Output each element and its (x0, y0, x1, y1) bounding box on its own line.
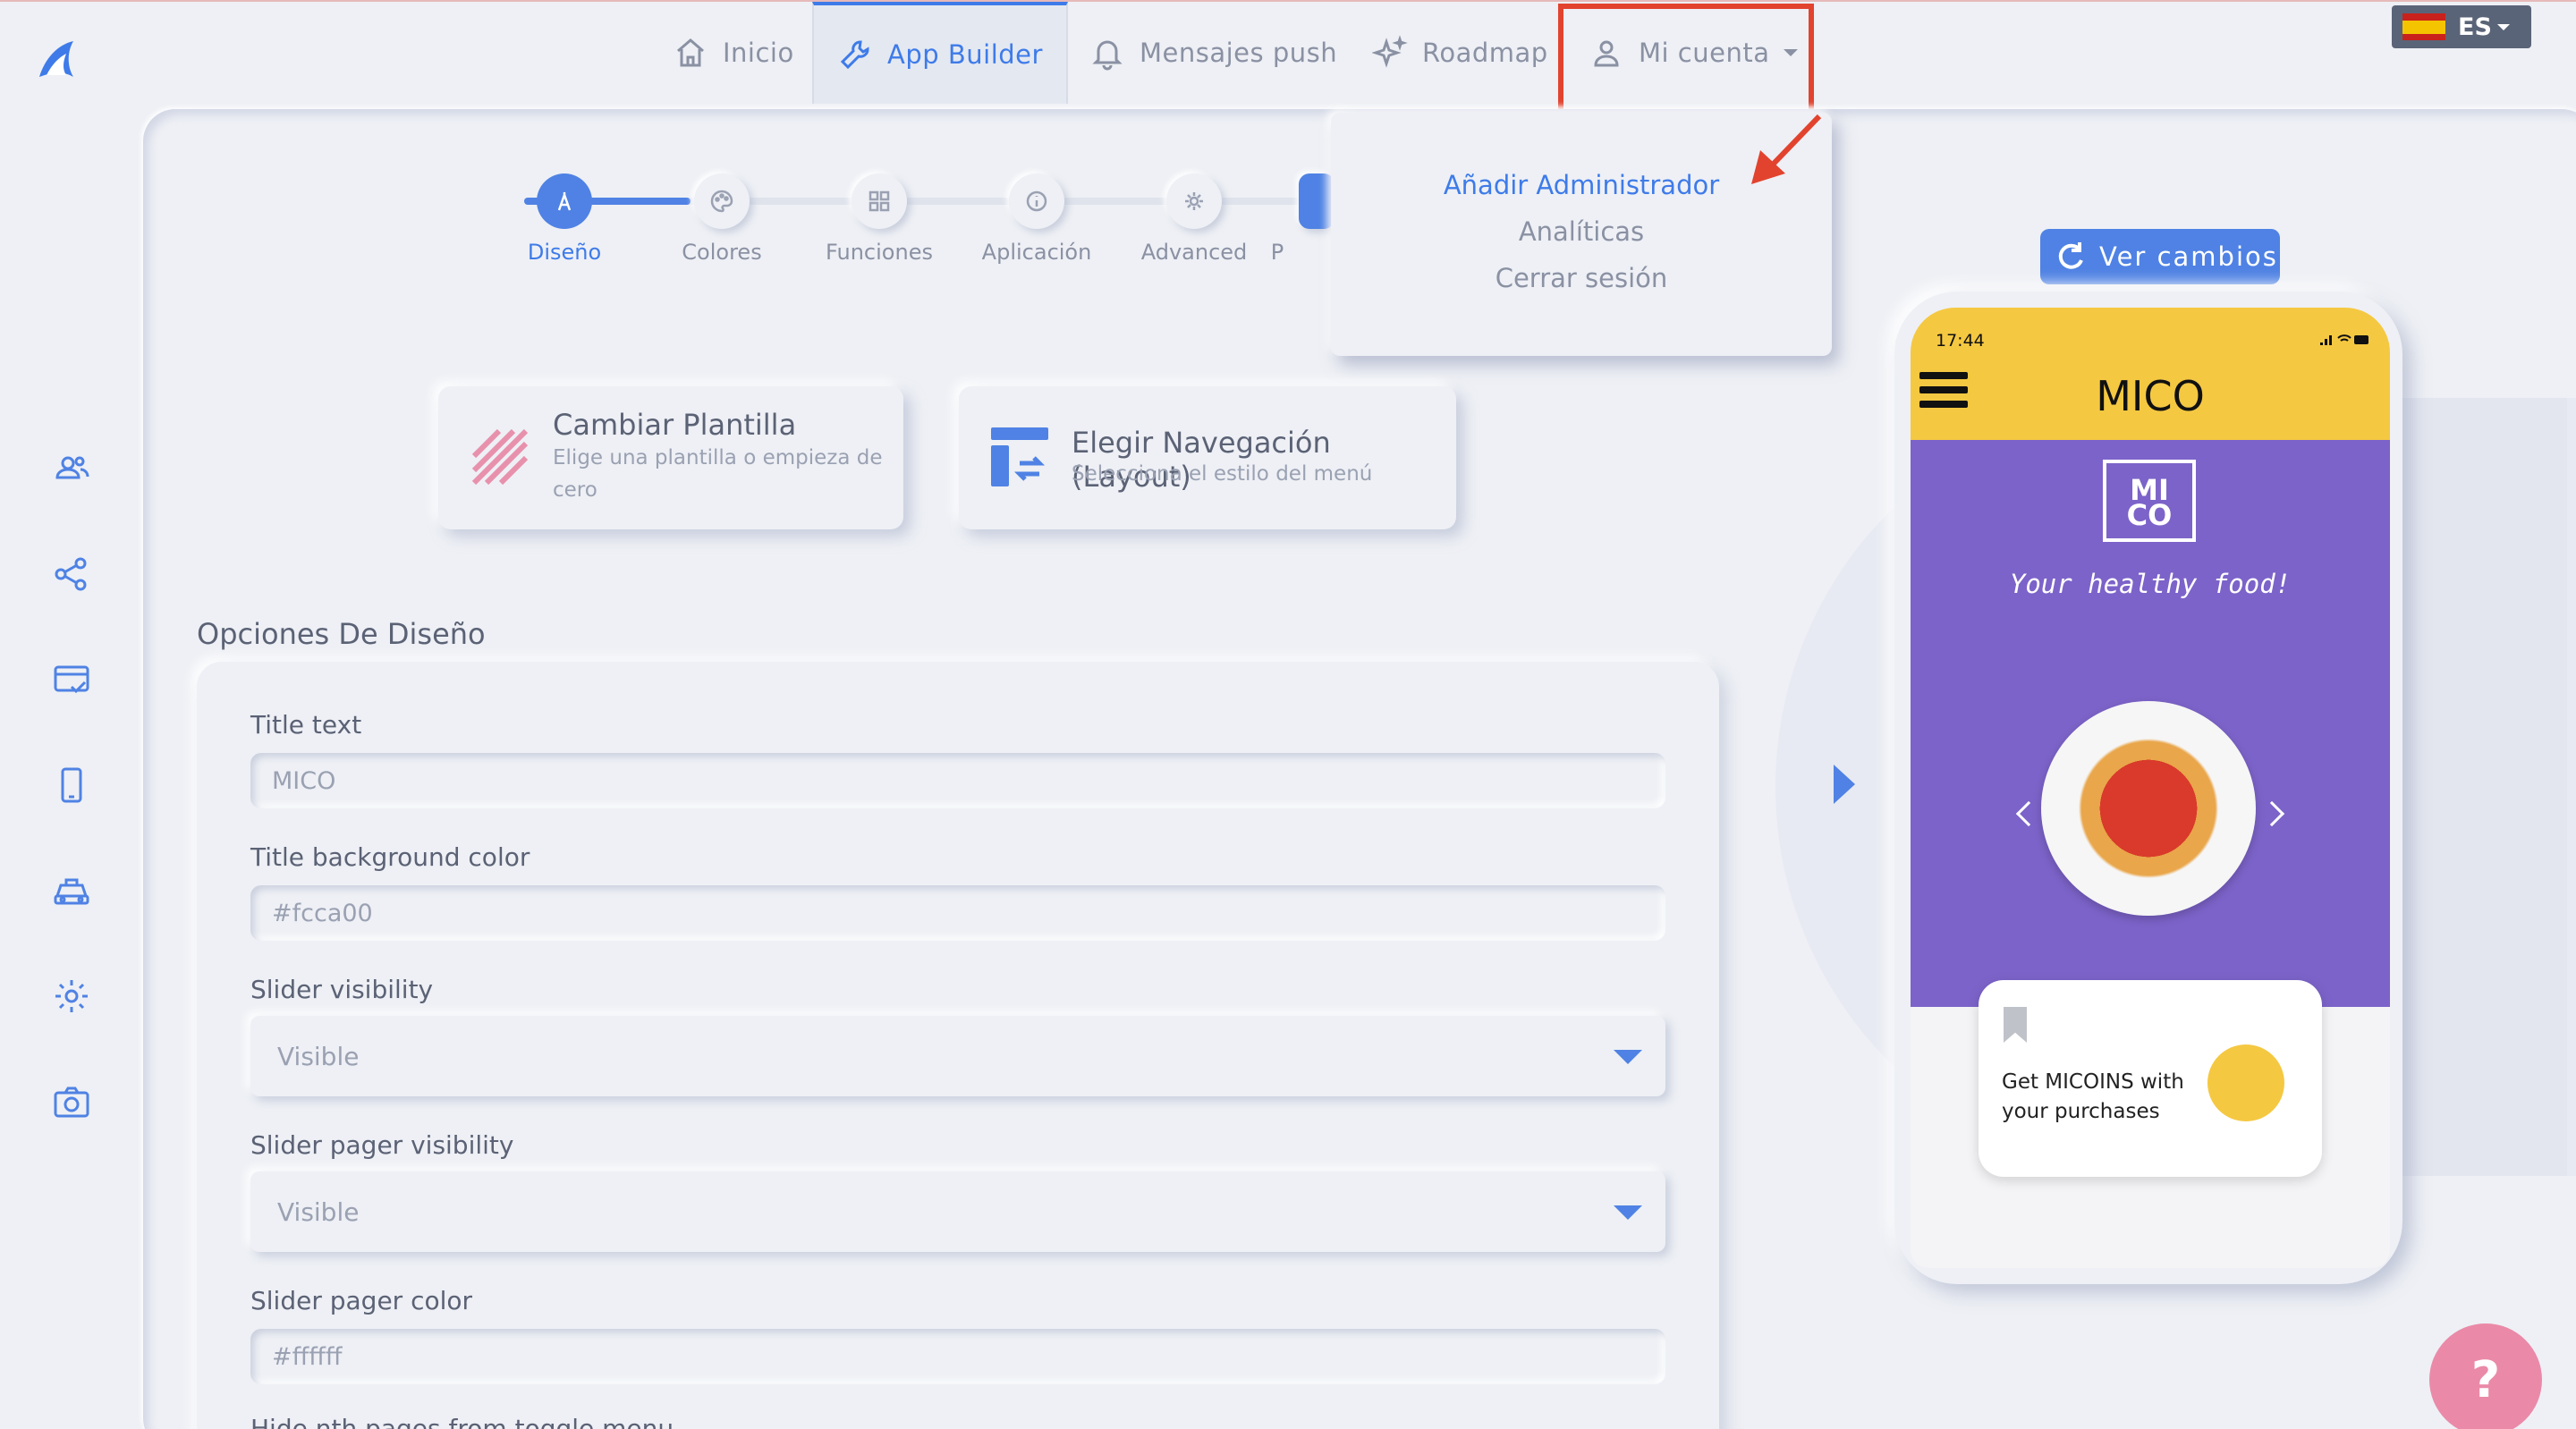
grid-icon (869, 190, 890, 212)
app-tagline: Your healthy food! (2009, 569, 2292, 599)
status-time: 17:44 (1936, 331, 1985, 351)
hide-nth-pages-label: Hide nth pages from toggle menu (250, 1416, 674, 1429)
step-diseno-label: Diseño (527, 240, 602, 265)
gear-icon (1185, 192, 1203, 210)
change-template-subtitle-2: cero (553, 478, 597, 502)
bell-icon (1092, 40, 1123, 71)
layout-icon (991, 427, 1048, 486)
highlight-box (1558, 4, 1814, 114)
change-template-subtitle-1: Elige una plantilla o empieza de (553, 446, 883, 469)
menu-analytics[interactable]: Analíticas (1331, 216, 1832, 247)
step-aplicacion[interactable] (1009, 173, 1064, 229)
annotation-arrow-icon (1751, 114, 1822, 184)
pasta-plate-image (2041, 701, 2256, 916)
choose-layout-subtitle: Selecciona el estilo del menú (1072, 462, 1373, 486)
info-icon (1026, 190, 1047, 212)
nav-app-builder[interactable]: App Builder (812, 2, 1068, 104)
slider-pager-visibility-label: Slider pager visibility (250, 1130, 514, 1160)
nav-mensajes-push[interactable]: Mensajes push (1089, 2, 1337, 104)
slider-visibility-select[interactable]: Visible (250, 1016, 1665, 1096)
step-funciones[interactable] (852, 173, 907, 229)
home-icon (677, 38, 704, 67)
title-text-input[interactable] (250, 753, 1665, 808)
caret-down-icon (1614, 1050, 1642, 1064)
nav-roadmap-label: Roadmap (1422, 38, 1548, 68)
language-selector[interactable]: ES (2392, 5, 2531, 48)
nav-roadmap[interactable]: Roadmap (1372, 2, 1548, 104)
cat-icon (2207, 1044, 2284, 1121)
payment-check-icon[interactable] (50, 658, 93, 701)
help-button[interactable]: ? (2429, 1323, 2542, 1429)
nav-inicio[interactable]: Inicio (673, 2, 794, 104)
mico-logo: MI CO (2103, 460, 2196, 542)
micoins-text: Get MICOINS with your purchases (2002, 1070, 2184, 1123)
slider-pager-visibility-value: Visible (277, 1196, 360, 1227)
chevron-down-icon (2496, 23, 2510, 30)
slider-pager-color-label: Slider pager color (250, 1286, 473, 1315)
nav-inicio-label: Inicio (723, 38, 794, 68)
slider-visibility-value: Visible (277, 1041, 360, 1071)
change-template-title: Cambiar Plantilla (553, 408, 797, 442)
slider-pager-color-input[interactable] (250, 1329, 1665, 1384)
title-bg-color-label: Title background color (250, 842, 530, 872)
bookmark-icon (2004, 1007, 2027, 1043)
spain-flag-icon (2402, 13, 2445, 40)
logo-line-2: CO (2126, 498, 2173, 532)
mobile-icon[interactable] (50, 764, 93, 807)
app-title: MICO (2096, 372, 2205, 420)
taxi-icon[interactable] (50, 869, 93, 912)
users-icon[interactable] (50, 447, 93, 490)
compass-icon (557, 191, 572, 211)
step-advanced[interactable] (1166, 173, 1222, 229)
view-changes-button[interactable]: Ver cambios (2040, 229, 2280, 284)
step-colores[interactable] (694, 173, 750, 229)
step-diseno[interactable] (537, 173, 592, 229)
design-options-title: Opciones De Diseño (197, 617, 486, 651)
slider-visibility-label: Slider visibility (250, 975, 434, 1004)
sparkle-icon (1372, 35, 1408, 68)
step-partial[interactable] (1299, 173, 1335, 229)
camera-icon[interactable] (50, 1080, 93, 1123)
caret-down-icon (1614, 1205, 1642, 1220)
palette-icon (710, 190, 733, 213)
battery-signal-icon (2320, 334, 2368, 345)
title-text-label: Title text (250, 710, 362, 740)
app-logo[interactable] (27, 32, 86, 91)
change-template-card[interactable]: Cambiar Plantilla Elige una plantilla o … (438, 386, 903, 529)
wrench-icon (840, 40, 869, 70)
nav-mensajes-push-label: Mensajes push (1140, 38, 1338, 68)
menu-logout[interactable]: Cerrar sesión (1331, 263, 1832, 293)
slider-pager-visibility-select[interactable]: Visible (250, 1171, 1665, 1252)
collapse-arrow-icon[interactable] (1834, 765, 1855, 804)
choose-layout-card[interactable]: Elegir Navegación (Layout) Selecciona el… (959, 386, 1456, 529)
language-code: ES (2458, 13, 2492, 41)
template-stripes-icon (472, 429, 528, 485)
step-colores-label: Colores (682, 240, 762, 265)
micoins-card[interactable]: Get MICOINS with your purchases (1979, 980, 2322, 1177)
settings-gear-icon[interactable] (50, 975, 93, 1018)
step-funciones-label: Funciones (826, 240, 933, 265)
share-icon[interactable] (50, 553, 93, 596)
refresh-icon (2058, 242, 2083, 269)
nav-app-builder-label: App Builder (887, 39, 1043, 70)
step-aplicacion-label: Aplicación (981, 240, 1092, 265)
phone-screen: 17:44 MICO MI CO Your healthy food! Get … (1911, 308, 2390, 1268)
preview-side-panel (2379, 398, 2567, 1176)
title-bg-color-input[interactable] (250, 885, 1665, 941)
view-changes-label: Ver cambios (2099, 241, 2278, 272)
step-partial-label: P (1270, 240, 1284, 265)
